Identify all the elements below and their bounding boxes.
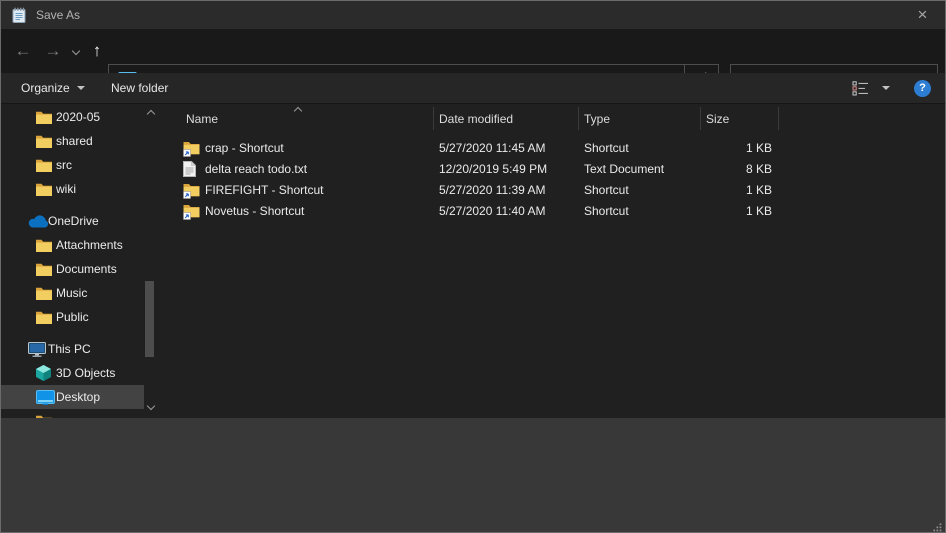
chevron-down-icon (147, 402, 155, 410)
file-type-cell: Shortcut (584, 138, 629, 159)
file-date-cell: 5/27/2020 11:39 AM (439, 180, 546, 201)
sidebar-item-label: wiki (56, 182, 76, 196)
column-header-size[interactable]: Size (706, 109, 729, 129)
file-name-cell: crap - Shortcut (205, 138, 284, 159)
sidebar-item-music[interactable]: Music (1, 281, 144, 305)
folder-shortcut-icon (183, 182, 200, 199)
view-details-button[interactable] (852, 73, 869, 103)
file-row[interactable]: Novetus - Shortcut 5/27/2020 11:40 AM Shor… (161, 201, 945, 222)
sidebar-item-2020-05[interactable]: 2020-05 (1, 105, 144, 129)
sidebar-item-label: Desktop (56, 390, 100, 404)
folder-icon (36, 111, 56, 124)
resize-grip[interactable] (933, 523, 942, 532)
sidebar-scroll-up-button[interactable] (144, 107, 158, 121)
toolbar: Organize New folder ? (1, 73, 945, 104)
title-bar: Save As × (1, 1, 945, 29)
column-header-date-modified[interactable]: Date modified (439, 109, 513, 129)
navigation-bar: ← → ↑ This PC Desktop (1, 29, 945, 73)
sidebar-item-label: src (56, 158, 72, 172)
up-button[interactable]: ↑ (85, 37, 109, 65)
file-name-cell: FIREFIGHT - Shortcut (205, 180, 323, 201)
file-size-cell: 8 KB (700, 159, 772, 180)
back-button[interactable]: ← (9, 37, 37, 65)
file-size-cell: 1 KB (700, 138, 772, 159)
sidebar-item-this-pc[interactable]: This PC (1, 337, 144, 361)
folder-icon (36, 183, 56, 196)
organize-button[interactable]: Organize (21, 73, 85, 103)
file-type-cell: Text Document (584, 159, 664, 180)
sidebar-item-wiki[interactable]: wiki (1, 177, 144, 201)
column-divider[interactable] (700, 107, 701, 130)
forward-button[interactable]: → (39, 37, 67, 65)
help-icon: ? (914, 80, 931, 97)
column-divider[interactable] (433, 107, 434, 130)
sidebar-item-label: Attachments (56, 238, 123, 252)
sidebar-item-label: OneDrive (48, 214, 99, 228)
sidebar-item-label: 3D Objects (56, 366, 115, 380)
caret-down-icon (882, 86, 890, 90)
sidebar-item-label: Music (56, 286, 87, 300)
sidebar-item-documents[interactable]: Documents (1, 257, 144, 281)
onedrive-icon (28, 215, 48, 228)
close-button[interactable]: × (900, 1, 945, 29)
sidebar-item-desktop[interactable]: Desktop (1, 385, 144, 409)
file-date-cell: 12/20/2019 5:49 PM (439, 159, 547, 180)
window-title: Save As (36, 8, 80, 22)
sidebar-item-attachments[interactable]: Attachments (1, 233, 144, 257)
column-divider[interactable] (778, 107, 779, 130)
sidebar-item-label: Public (56, 310, 89, 324)
file-type-cell: Shortcut (584, 180, 629, 201)
sidebar-scroll-down-button[interactable] (144, 399, 158, 413)
folder-icon (36, 263, 56, 276)
caret-down-icon (77, 86, 85, 90)
file-row[interactable]: FIREFIGHT - Shortcut 5/27/2020 11:39 AM Sh… (161, 180, 945, 201)
text-file-icon (183, 161, 200, 178)
folder-shortcut-icon (183, 203, 200, 220)
save-as-dialog: Save As × ← → ↑ This PC Desktop Organi (0, 0, 946, 533)
sidebar-item-src[interactable]: src (1, 153, 144, 177)
chevron-down-icon (72, 47, 80, 55)
view-dropdown-button[interactable] (875, 73, 890, 103)
new-folder-button[interactable]: New folder (111, 73, 168, 103)
chevron-up-icon (147, 110, 155, 118)
folder-icon (36, 287, 56, 300)
help-button[interactable]: ? (914, 73, 931, 103)
sort-ascending-icon (295, 103, 301, 117)
file-date-cell: 5/27/2020 11:40 AM (439, 201, 546, 222)
thispc-icon (28, 342, 48, 357)
sidebar-item-public[interactable]: Public (1, 305, 144, 329)
file-name-cell: Novetus - Shortcut (205, 201, 304, 222)
file-type-cell: Shortcut (584, 201, 629, 222)
column-header-type[interactable]: Type (584, 109, 610, 129)
file-name-cell: delta reach todo.txt (205, 159, 307, 180)
file-row[interactable]: delta reach todo.txt 12/20/2019 5:49 PM Te… (161, 159, 945, 180)
file-date-cell: 5/27/2020 11:45 AM (439, 138, 546, 159)
file-row[interactable]: crap - Shortcut 5/27/2020 11:45 AM Shortcu… (161, 138, 945, 159)
details-view-icon (852, 81, 869, 96)
sidebar-item-onedrive[interactable]: OneDrive (1, 209, 144, 233)
folder-icon (36, 135, 56, 148)
file-size-cell: 1 KB (700, 180, 772, 201)
organize-label: Organize (21, 81, 70, 95)
sidebar-item-shared[interactable]: shared (1, 129, 144, 153)
cube-icon (36, 365, 56, 381)
sidebar-scrollbar-thumb[interactable] (145, 281, 154, 357)
sidebar-item-label: 2020-05 (56, 110, 100, 124)
folder-icon (36, 239, 56, 252)
file-size-cell: 1 KB (700, 201, 772, 222)
folder-icon (36, 159, 56, 172)
recent-locations-button[interactable] (67, 37, 85, 65)
folder-icon (36, 311, 56, 324)
monitor-blue-icon (36, 390, 56, 405)
footer-panel: File name: Save as type: Text Documents … (1, 418, 945, 533)
new-folder-label: New folder (111, 81, 168, 95)
sidebar-item-label: shared (56, 134, 93, 148)
column-header-name[interactable]: Name (186, 109, 218, 129)
sidebar-item-label: This PC (48, 342, 91, 356)
sidebar-item-label: Documents (56, 262, 117, 276)
folder-shortcut-icon (183, 140, 200, 157)
sidebar-item-3d-objects[interactable]: 3D Objects (1, 361, 144, 385)
notepad-icon (11, 7, 27, 23)
column-divider[interactable] (578, 107, 579, 130)
